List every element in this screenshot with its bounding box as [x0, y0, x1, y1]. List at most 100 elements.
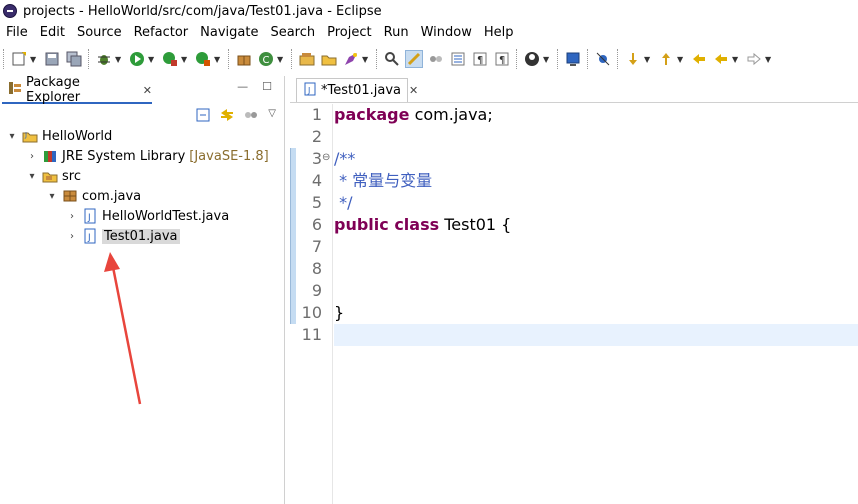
chevron-down-icon[interactable]: ▼ [765, 55, 773, 64]
chevron-down-icon[interactable]: ▼ [181, 55, 189, 64]
toggle-mark-occurrences-icon[interactable] [405, 50, 423, 68]
tree-item-label: src [62, 168, 81, 184]
menu-help[interactable]: Help [478, 25, 520, 40]
expand-toggle-icon[interactable]: ▾ [26, 171, 38, 182]
toggle-block-selection-icon[interactable] [449, 50, 467, 68]
run-icon[interactable] [128, 50, 146, 68]
skip-breakpoints-icon[interactable] [594, 50, 612, 68]
expand-toggle-icon[interactable]: ▾ [6, 131, 18, 142]
menu-run[interactable]: Run [378, 25, 415, 40]
chevron-down-icon[interactable]: ▼ [115, 55, 123, 64]
paragraph-icon[interactable]: ¶ [493, 50, 511, 68]
menu-search[interactable]: Search [264, 25, 321, 40]
comment-text: * 常量与变量 [334, 171, 433, 190]
package-explorer-tab[interactable]: Package Explorer ✕ [2, 75, 152, 105]
editor-tab-test01[interactable]: J *Test01.java ✕ [296, 78, 418, 102]
external-tools-icon[interactable] [194, 50, 212, 68]
line-number: 10 [301, 303, 322, 322]
menu-file[interactable]: File [0, 25, 34, 40]
package-explorer-toolbar: ▽ [196, 108, 276, 125]
line-number-ruler: 1 2 3 4 5 6 7 8 9 10 11 [290, 104, 322, 346]
chevron-down-icon[interactable]: ▼ [30, 55, 38, 64]
previous-annotation-icon[interactable] [657, 50, 675, 68]
expand-toggle-icon[interactable]: › [66, 231, 78, 242]
toolbar-separator [376, 49, 378, 69]
source-folder-icon [42, 168, 58, 184]
new-java-class-icon[interactable]: C [257, 50, 275, 68]
next-annotation-icon[interactable] [624, 50, 642, 68]
chevron-down-icon[interactable]: ▼ [644, 55, 652, 64]
tree-item-helloworld[interactable]: ▾ J HelloWorld [0, 126, 284, 146]
open-type-icon[interactable] [298, 50, 316, 68]
forward-icon[interactable] [745, 50, 763, 68]
code-line-5: */ [334, 192, 858, 214]
code-text: com.java; [409, 105, 493, 124]
svg-text:J: J [24, 131, 27, 139]
search-icon[interactable] [383, 50, 401, 68]
view-menu-chevron-down-icon[interactable]: ▽ [268, 108, 276, 125]
chevron-down-icon[interactable]: ▼ [214, 55, 222, 64]
toggle-breadcrumb-icon[interactable] [427, 50, 445, 68]
toolbar-separator [88, 49, 90, 69]
menu-project[interactable]: Project [321, 25, 377, 40]
show-whitespace-icon[interactable]: ¶ [471, 50, 489, 68]
minimize-icon[interactable]: — [237, 80, 248, 93]
maximize-icon[interactable]: ☐ [262, 80, 272, 93]
close-icon[interactable]: ✕ [409, 84, 418, 97]
chevron-down-icon[interactable]: ▼ [677, 55, 685, 64]
tree-item-label: com.java [82, 188, 142, 204]
tree-item-src[interactable]: ▾ src [0, 166, 284, 186]
debug-icon[interactable] [95, 50, 113, 68]
save-all-icon[interactable] [65, 50, 83, 68]
editor-tab-bar: J *Test01.java ✕ [290, 76, 858, 103]
link-with-editor-icon[interactable] [220, 108, 234, 125]
new-icon[interactable] [10, 50, 28, 68]
collapse-all-icon[interactable] [196, 108, 210, 125]
console-icon[interactable] [564, 50, 582, 68]
open-folder-icon[interactable] [320, 50, 338, 68]
coverage-icon[interactable] [161, 50, 179, 68]
tree-item-test01-java[interactable]: › J Test01.java [0, 226, 284, 246]
library-icon [42, 148, 58, 164]
menu-bar: File Edit Source Refactor Navigate Searc… [0, 22, 858, 42]
toolbar-separator [228, 49, 230, 69]
menu-source[interactable]: Source [71, 25, 128, 40]
tree-item-helloworldtest-java[interactable]: › J HelloWorldTest.java [0, 206, 284, 226]
open-task-icon[interactable] [342, 50, 360, 68]
toolbar-separator [291, 49, 293, 69]
new-java-package-icon[interactable] [235, 50, 253, 68]
keyword: public class [334, 215, 440, 234]
save-icon[interactable] [43, 50, 61, 68]
java-file-icon: J [303, 82, 317, 100]
back-icon[interactable] [712, 50, 730, 68]
expand-toggle-icon[interactable]: › [66, 211, 78, 222]
menu-edit[interactable]: Edit [34, 25, 71, 40]
menu-navigate[interactable]: Navigate [194, 25, 264, 40]
user-profile-icon[interactable] [523, 50, 541, 68]
chevron-down-icon[interactable]: ▼ [732, 55, 740, 64]
tree-item-jre-system-library[interactable]: › JRE System Library [JavaSE-1.8] [0, 146, 284, 166]
menu-refactor[interactable]: Refactor [128, 25, 195, 40]
chevron-down-icon[interactable]: ▼ [543, 55, 551, 64]
line-number: 2 [311, 127, 322, 146]
chevron-down-icon[interactable]: ▼ [277, 55, 285, 64]
expand-toggle-icon[interactable]: ▾ [46, 191, 58, 202]
close-icon[interactable]: ✕ [143, 84, 152, 97]
svg-text:¶: ¶ [499, 55, 505, 66]
collapse-comment-icon[interactable]: ⊖ [322, 152, 330, 163]
svg-text:J: J [307, 86, 310, 95]
menu-window[interactable]: Window [415, 25, 478, 40]
expand-toggle-icon[interactable]: › [26, 151, 38, 162]
chevron-down-icon[interactable]: ▼ [362, 55, 370, 64]
focus-icon[interactable] [244, 108, 258, 125]
svg-text:J: J [87, 233, 91, 243]
code-editor[interactable]: package com.java; /** * 常量与变量 */ public … [334, 104, 858, 346]
code-line-1: package com.java; [334, 104, 858, 126]
chevron-down-icon[interactable]: ▼ [148, 55, 156, 64]
tree-item-com-java[interactable]: ▾ com.java [0, 186, 284, 206]
eclipse-icon [3, 4, 17, 18]
window-title: projects - HelloWorld/src/com/java/Test0… [23, 3, 382, 19]
line-number: 11 [301, 325, 322, 344]
last-edit-location-icon[interactable] [690, 50, 708, 68]
